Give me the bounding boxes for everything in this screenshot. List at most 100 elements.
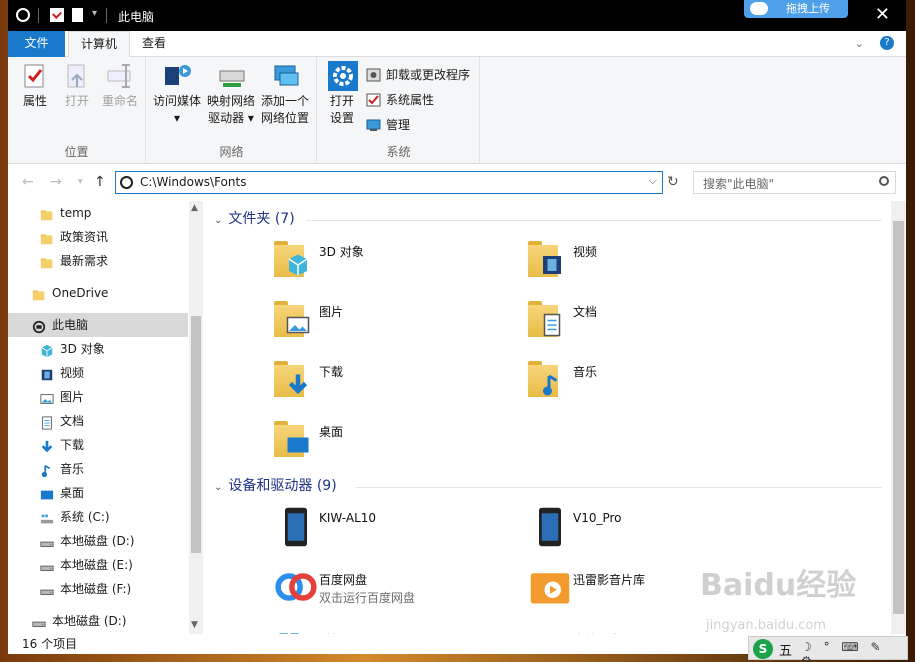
- close-button[interactable]: ✕: [875, 4, 890, 25]
- nav-item[interactable]: 音乐: [8, 457, 188, 481]
- nav-scroll-thumb[interactable]: [191, 316, 201, 553]
- nav-item[interactable]: temp: [8, 201, 188, 225]
- device-tile[interactable]: 系统 (C:): [274, 625, 514, 634]
- system-properties-button[interactable]: 系统属性: [366, 90, 434, 110]
- access-media-caret: ▾: [173, 111, 181, 125]
- this-pc-icon[interactable]: [16, 8, 30, 22]
- search-box[interactable]: 搜索"此电脑": [693, 171, 896, 194]
- ime-toolbar[interactable]: S 五 ☽ ° ⌨ ✎ ⚙: [748, 636, 908, 662]
- nav-item[interactable]: 系统 (C:): [8, 505, 188, 529]
- rename-icon: [106, 61, 134, 91]
- add-network-location-button[interactable]: 添加一个 网络位置: [259, 61, 311, 127]
- devices-section-header[interactable]: ⌄ 设备和驱动器 (9): [214, 475, 337, 497]
- access-media-label: 访问媒体: [152, 94, 201, 108]
- nav-item[interactable]: 政策资讯: [8, 225, 188, 249]
- folder-tile[interactable]: 音乐: [528, 357, 768, 409]
- address-dropdown-icon[interactable]: ⌵: [649, 174, 657, 188]
- nav-item[interactable]: 视频: [8, 361, 188, 385]
- nav-item[interactable]: 图片: [8, 385, 188, 409]
- properties-icon: [21, 61, 49, 91]
- properties-button[interactable]: 属性: [18, 61, 52, 110]
- content-scrollbar[interactable]: [891, 201, 906, 634]
- folder-tile[interactable]: 视频: [528, 237, 768, 289]
- folder-tile[interactable]: 文档: [528, 297, 768, 349]
- nav-item-label: 下载: [60, 438, 85, 452]
- help-icon[interactable]: ?: [880, 36, 894, 50]
- nav-item[interactable]: OneDrive: [8, 281, 188, 305]
- open-settings-label-2: 设置: [329, 111, 354, 125]
- folder-tile[interactable]: 图片: [274, 297, 514, 349]
- music-icon: [40, 462, 54, 478]
- up-arrow-icon[interactable]: ↑: [94, 174, 106, 190]
- drive-icon: [32, 614, 46, 628]
- ribbon-group-network: 访问媒体 ▾ 映射网络 驱动器 ▾ 添加一个 网络位置 网络: [147, 57, 317, 164]
- drag-upload-label: 拖拽上传: [786, 2, 830, 15]
- device-tile[interactable]: 百度网盘 双击运行百度网盘: [274, 565, 514, 617]
- chevron-down-icon[interactable]: ⌄: [855, 37, 864, 50]
- ime-tool-icons[interactable]: ☽ ° ⌨ ✎ ⚙: [801, 640, 907, 662]
- drive-icon: [528, 625, 568, 634]
- folder-tile[interactable]: 下载: [274, 357, 514, 409]
- nav-item[interactable]: 文档: [8, 409, 188, 433]
- 3d-objects-icon: [40, 342, 54, 358]
- content-scroll-thumb[interactable]: [893, 221, 904, 614]
- device-tile[interactable]: KIW-AL10: [274, 505, 514, 557]
- this-pc-icon: [32, 318, 46, 334]
- nav-item[interactable]: 本地磁盘 (F:): [8, 577, 188, 601]
- search-placeholder: 搜索"此电脑": [703, 177, 775, 191]
- network-location-label-1: 添加一个: [260, 94, 309, 108]
- documents-icon: [540, 313, 564, 340]
- collapse-chevron-icon[interactable]: ⌄: [214, 215, 222, 226]
- ime-mode[interactable]: 五: [779, 640, 792, 659]
- nav-scrollbar[interactable]: ▲ ▼: [189, 201, 203, 634]
- ribbon: 属性 打开 重命名 位置 访问媒体 ▾ 映射网络 驱动器 ▾ 添加一个 网络位置…: [8, 57, 906, 164]
- nav-item-label: 本地磁盘 (D:): [52, 614, 127, 628]
- nav-item[interactable]: 本地磁盘 (D:): [8, 609, 188, 633]
- rename-button[interactable]: 重命名: [98, 61, 142, 110]
- tab-file[interactable]: 文件: [8, 31, 65, 57]
- collapse-chevron-icon[interactable]: ⌄: [214, 482, 222, 493]
- uninstall-program-button[interactable]: 卸载或更改程序: [366, 65, 470, 85]
- open-button[interactable]: 打开: [60, 61, 94, 110]
- open-settings-button[interactable]: 打开 设置: [324, 61, 360, 127]
- settings-gear-icon: [328, 61, 358, 91]
- recent-dropdown-icon[interactable]: ▾: [78, 177, 83, 187]
- nav-item[interactable]: 本地磁盘 (E:): [8, 553, 188, 577]
- tab-view[interactable]: 查看: [130, 31, 178, 57]
- refresh-icon[interactable]: ↻: [667, 174, 679, 190]
- search-icon[interactable]: [879, 176, 889, 186]
- properties-quick-icon[interactable]: [50, 8, 64, 22]
- drag-upload-button[interactable]: 拖拽上传: [744, 0, 848, 18]
- video-icon: [540, 253, 564, 280]
- map-network-drive-button[interactable]: 映射网络 驱动器 ▾: [205, 61, 257, 127]
- sogou-icon[interactable]: S: [753, 639, 773, 659]
- download-icon: [40, 438, 54, 453]
- nav-item[interactable]: 本地磁盘 (D:): [8, 529, 188, 553]
- nav-item-label: 音乐: [60, 462, 85, 476]
- nav-item[interactable]: 3D 对象: [8, 337, 188, 361]
- back-arrow-icon[interactable]: ←: [22, 174, 34, 190]
- address-bar[interactable]: C:\Windows\Fonts ⌵: [115, 171, 663, 194]
- nav-item[interactable]: 桌面: [8, 481, 188, 505]
- folder-icon: [274, 417, 314, 461]
- device-tile[interactable]: V10_Pro: [528, 505, 768, 557]
- folder-tile[interactable]: 3D 对象: [274, 237, 514, 289]
- forward-arrow-icon[interactable]: →: [50, 174, 62, 190]
- nav-item-label: 本地磁盘 (F:): [60, 582, 132, 596]
- scroll-down-icon[interactable]: ▼: [191, 620, 198, 630]
- nav-item[interactable]: 最新需求: [8, 249, 188, 273]
- folder-icon: [274, 237, 314, 281]
- nav-item[interactable]: 下载: [8, 433, 188, 457]
- address-path[interactable]: C:\Windows\Fonts: [140, 175, 246, 189]
- manage-button[interactable]: 管理: [366, 115, 410, 135]
- new-folder-quick-icon[interactable]: [72, 8, 83, 22]
- access-media-button[interactable]: 访问媒体 ▾: [151, 61, 203, 127]
- scroll-up-icon[interactable]: ▲: [191, 203, 198, 213]
- folders-section-header[interactable]: ⌄ 文件夹 (7): [214, 208, 295, 230]
- quick-access-dropdown-icon[interactable]: ▾: [92, 8, 97, 19]
- tab-computer[interactable]: 计算机: [68, 31, 131, 58]
- nav-item[interactable]: 此电脑: [8, 313, 188, 337]
- folder-tile[interactable]: 桌面: [274, 417, 514, 469]
- nav-item-label: 桌面: [60, 486, 85, 500]
- group-label-network: 网络: [219, 145, 244, 159]
